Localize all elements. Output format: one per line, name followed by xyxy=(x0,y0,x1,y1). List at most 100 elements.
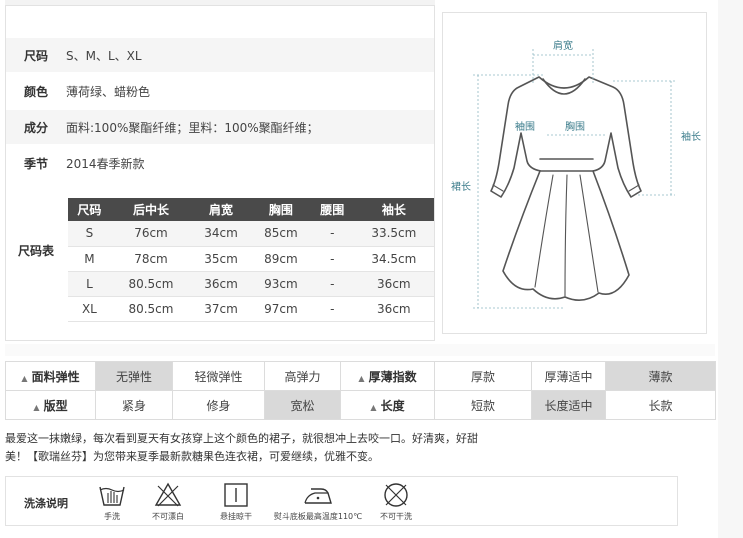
dress-measurement-diagram: 肩宽 袖围 胸围 袖长 裙长 xyxy=(442,12,707,334)
table-cell: - xyxy=(310,271,354,297)
table-row: M 78cm 35cm 89cm - 34.5cm xyxy=(68,246,434,272)
thickness-option-selected: 薄款 xyxy=(605,361,716,391)
table-cell: 34cm xyxy=(191,221,251,247)
table-cell: M xyxy=(68,246,111,272)
length-option: 短款 xyxy=(434,390,532,420)
table-cell: 34.5cm xyxy=(353,246,434,272)
hand-wash-icon xyxy=(99,486,125,506)
care-item-no-dry-clean: 不可干洗 xyxy=(374,481,418,522)
table-cell: 35cm xyxy=(191,246,251,272)
size-chart-table: 尺码 后中长 肩宽 胸围 腰围 袖长 S 76cm 34cm 85cm - 33… xyxy=(68,198,434,322)
table-cell: 36cm xyxy=(191,271,251,297)
header-size: 尺码 xyxy=(68,198,111,221)
description-line-2: 美！【歌瑞丝芬】为您带来夏季最新款糖果色连衣裙，可爱继续，优雅不变。 xyxy=(5,450,379,463)
iron-icon xyxy=(304,488,332,504)
shoulder-dim-label: 肩宽 xyxy=(553,39,573,52)
table-cell: 93cm xyxy=(250,271,311,297)
header-sleeve: 袖长 xyxy=(353,198,434,221)
color-label: 颜色 xyxy=(23,84,48,99)
table-cell: 97cm xyxy=(250,296,311,322)
dress-outline xyxy=(490,76,642,301)
header-shoulder: 肩宽 xyxy=(191,198,251,221)
table-row: S 76cm 34cm 85cm - 33.5cm xyxy=(68,221,434,247)
background-strip-middle xyxy=(5,344,715,356)
care-caption: 不可漂白 xyxy=(152,512,184,521)
table-row: L 80.5cm 36cm 93cm - 36cm xyxy=(68,271,434,297)
length-heading: ▲ 长度 xyxy=(340,390,435,420)
product-description: 最爱这一抹嫩绿，每次看到夏天有女孩穿上这个颜色的裙子，就很想冲上去咬一口。好清爽… xyxy=(5,430,535,466)
no-dry-clean-icon xyxy=(384,483,408,507)
thickness-label: 厚薄指数 xyxy=(368,369,417,384)
size-chart-header-row: 尺码 后中长 肩宽 胸围 腰围 袖长 xyxy=(68,198,434,221)
table-cell: 33.5cm xyxy=(353,221,434,247)
table-cell: 80.5cm xyxy=(110,271,192,297)
season-value: 2014春季新款 xyxy=(66,156,145,171)
sleeve-circ-dim-label: 袖围 xyxy=(515,120,535,133)
care-caption: 悬挂晾干 xyxy=(220,512,252,521)
size-label: 尺码 xyxy=(23,48,48,63)
size-row: 尺码 S、M、L、XL xyxy=(6,38,434,72)
hang-dry-icon xyxy=(224,483,248,507)
table-cell: L xyxy=(68,271,111,297)
care-item-iron: 熨斗底板最高温度110℃ xyxy=(268,481,368,522)
washing-instructions-panel: 洗涤说明 手洗 不可漂白 悬挂晾干 熨斗底板最高温度110℃ 不可干洗 xyxy=(5,476,678,526)
fit-option: 修身 xyxy=(172,390,265,420)
chest-dim-label: 胸围 xyxy=(565,120,585,133)
elasticity-option: 轻微弹性 xyxy=(172,361,265,391)
table-cell: - xyxy=(310,246,354,272)
color-value: 薄荷绿、蜡粉色 xyxy=(66,84,151,99)
care-caption: 不可干洗 xyxy=(380,512,412,521)
sleeve-length-dim-label: 袖长 xyxy=(681,130,701,143)
attributes-row-2: ▲ 版型 紧身 修身 宽松 ▲ 长度 短款 长度适中 长款 xyxy=(5,390,716,420)
triangle-icon: ▲ xyxy=(370,402,377,412)
table-cell: - xyxy=(310,221,354,247)
table-cell: 80.5cm xyxy=(110,296,192,322)
washing-instructions-title: 洗涤说明 xyxy=(24,497,68,510)
dress-illustration: 肩宽 袖围 胸围 袖长 裙长 xyxy=(451,39,701,309)
elasticity-heading: ▲ 面料弹性 xyxy=(5,361,96,391)
skirt-length-dim-label: 裙长 xyxy=(451,180,471,193)
length-label: 长度 xyxy=(380,398,405,413)
table-cell: 89cm xyxy=(250,246,311,272)
table-cell: 36cm xyxy=(353,271,434,297)
fit-heading: ▲ 版型 xyxy=(5,390,96,420)
care-caption: 熨斗底板最高温度110℃ xyxy=(273,512,363,521)
table-cell: 37cm xyxy=(191,296,251,322)
care-item-no-bleach: 不可漂白 xyxy=(146,481,190,522)
table-cell: XL xyxy=(68,296,111,322)
fabric-attributes-grid: ▲ 面料弹性 无弹性 轻微弹性 高弹力 ▲ 厚薄指数 厚款 厚薄适中 薄款 ▲ 版型 … xyxy=(5,361,716,420)
size-chart-label: 尺码表 xyxy=(17,244,54,258)
header-chest: 胸围 xyxy=(250,198,311,221)
color-row: 颜色 薄荷绿、蜡粉色 xyxy=(6,74,434,108)
table-row: XL 80.5cm 37cm 97cm - 36cm xyxy=(68,296,434,322)
no-bleach-icon xyxy=(154,482,182,507)
thickness-option: 厚款 xyxy=(434,361,532,391)
triangle-icon: ▲ xyxy=(358,373,365,383)
fit-label: 版型 xyxy=(43,398,68,413)
elasticity-option: 高弹力 xyxy=(264,361,341,391)
header-back-length: 后中长 xyxy=(110,198,192,221)
attributes-row-1: ▲ 面料弹性 无弹性 轻微弹性 高弹力 ▲ 厚薄指数 厚款 厚薄适中 薄款 xyxy=(5,361,716,391)
header-waist: 腰围 xyxy=(310,198,354,221)
material-value: 面料:100%聚酯纤维；里料：100%聚酯纤维； xyxy=(66,120,319,135)
product-info-panel: 尺码 S、M、L、XL 颜色 薄荷绿、蜡粉色 成分 面料:100%聚酯纤维；里料… xyxy=(5,5,435,341)
care-item-hand-wash: 手洗 xyxy=(90,481,134,522)
triangle-icon: ▲ xyxy=(33,402,40,412)
table-cell: S xyxy=(68,221,111,247)
fit-option: 紧身 xyxy=(95,390,173,420)
table-cell: 76cm xyxy=(110,221,192,247)
table-cell: - xyxy=(310,296,354,322)
thickness-heading: ▲ 厚薄指数 xyxy=(340,361,435,391)
triangle-icon: ▲ xyxy=(21,373,28,383)
season-label: 季节 xyxy=(23,156,48,171)
care-item-hang-dry: 悬挂晾干 xyxy=(214,481,258,522)
size-value: S、M、L、XL xyxy=(66,48,142,63)
length-option: 长款 xyxy=(605,390,716,420)
season-row: 季节 2014春季新款 xyxy=(6,146,434,180)
background-strip-right xyxy=(718,0,743,538)
elasticity-label: 面料弹性 xyxy=(31,369,80,384)
table-cell: 85cm xyxy=(250,221,311,247)
thickness-option: 厚薄适中 xyxy=(531,361,606,391)
care-caption: 手洗 xyxy=(104,512,120,521)
table-cell: 36cm xyxy=(353,296,434,322)
